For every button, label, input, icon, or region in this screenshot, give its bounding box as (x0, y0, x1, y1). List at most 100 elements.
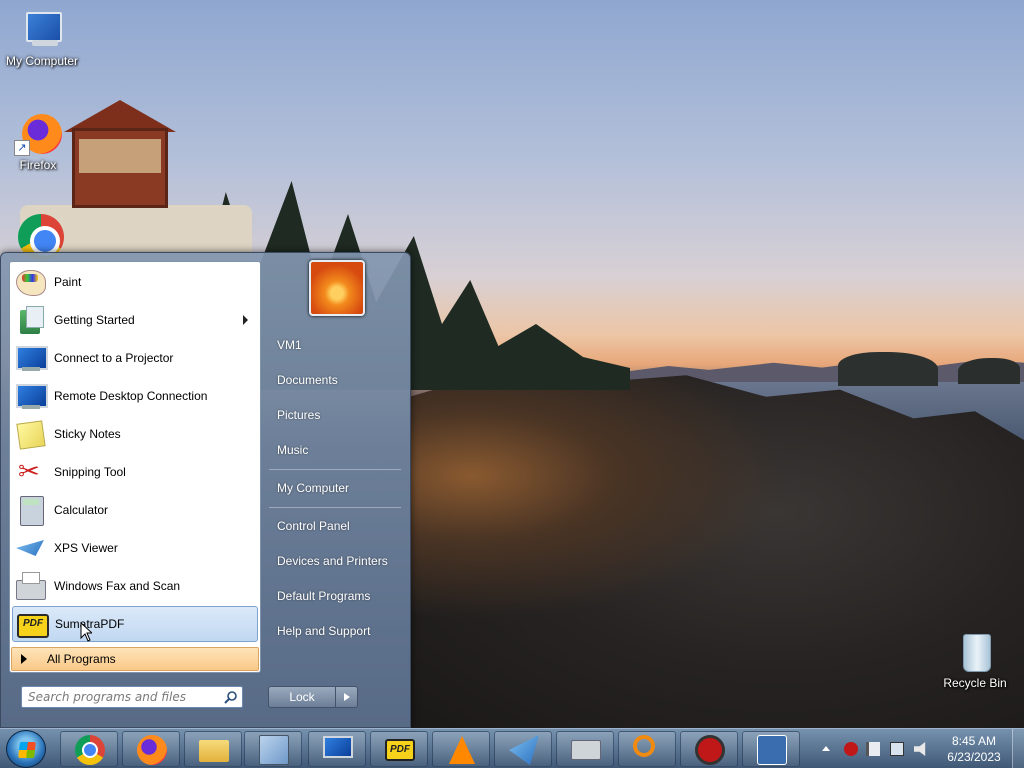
taskbar-remote-desktop[interactable] (308, 731, 366, 767)
action-center-icon[interactable] (866, 742, 880, 756)
show-hidden-icons-icon[interactable] (822, 746, 830, 751)
firefox-icon (14, 112, 62, 156)
fax-scan-icon (571, 740, 601, 760)
expand-arrow-icon (21, 654, 27, 664)
program-label: Snipping Tool (54, 465, 126, 479)
start-menu: Paint Getting Started Connect to a Proje… (0, 252, 411, 728)
search-tool-icon (633, 735, 655, 757)
firefox-icon (137, 735, 167, 765)
program-sumatrapdf[interactable]: SumatraPDF (12, 606, 258, 642)
link-control-panel[interactable]: Control Panel (269, 512, 405, 540)
program-calculator[interactable]: Calculator (12, 492, 258, 528)
program-paint[interactable]: Paint (12, 264, 258, 300)
taskbar-red-app[interactable] (680, 731, 738, 767)
taskbar-search-tool[interactable] (618, 731, 676, 767)
taskbar-vlc[interactable] (432, 731, 490, 767)
taskbar-sync-app[interactable] (742, 731, 800, 767)
program-remote-desktop[interactable]: Remote Desktop Connection (12, 378, 258, 414)
vlc-icon (449, 736, 475, 764)
program-label: Remote Desktop Connection (54, 389, 208, 403)
program-sticky-notes[interactable]: Sticky Notes (12, 416, 258, 452)
chrome-icon (75, 735, 105, 765)
snipping-tool-icon (14, 456, 46, 488)
system-tray (818, 729, 938, 768)
red-app-icon (695, 735, 725, 765)
xps-viewer-icon (509, 735, 539, 765)
system-clock[interactable]: 8:45 AM 6/23/2023 (938, 733, 1010, 765)
taskbar-fax-scan[interactable] (556, 731, 614, 767)
calculator-icon (14, 494, 46, 526)
taskbar-firefox[interactable] (122, 731, 180, 767)
link-music[interactable]: Music (269, 436, 405, 464)
menu-separator (269, 507, 401, 508)
link-user-folder[interactable]: VM1 (269, 331, 405, 359)
program-label: Getting Started (54, 313, 135, 327)
program-label: Sticky Notes (54, 427, 121, 441)
taskbar-control-panel[interactable] (244, 731, 302, 767)
program-label: Calculator (54, 503, 109, 517)
remote-desktop-icon (14, 380, 48, 412)
menu-separator (269, 469, 401, 470)
desktop-icon-label: Firefox (19, 158, 57, 172)
sync-app-icon (757, 735, 787, 765)
program-getting-started[interactable]: Getting Started (12, 302, 258, 338)
all-programs-label: All Programs (47, 652, 116, 666)
search-placeholder: Search programs and files (28, 690, 186, 704)
projector-icon (14, 342, 48, 374)
wallpaper-lighthouse-lamp (72, 128, 168, 208)
desktop-icon-my-computer[interactable]: My Computer (0, 8, 84, 68)
program-label: XPS Viewer (54, 541, 118, 555)
start-button[interactable] (6, 730, 46, 768)
shutdown-options-button[interactable] (336, 686, 358, 708)
lock-button[interactable]: Lock (268, 686, 336, 708)
program-fax-scan[interactable]: Windows Fax and Scan (12, 568, 258, 604)
clock-date: 6/23/2023 (947, 750, 1001, 764)
computer-icon (18, 8, 66, 52)
program-connect-projector[interactable]: Connect to a Projector (12, 340, 258, 376)
search-programs-input[interactable]: Search programs and files (21, 686, 243, 708)
control-panel-icon (259, 735, 289, 765)
search-icon[interactable] (224, 690, 238, 704)
program-label: Windows Fax and Scan (54, 579, 181, 593)
file-explorer-icon (199, 740, 229, 762)
network-icon[interactable] (890, 742, 904, 756)
desktop-icon-recycle-bin[interactable]: Recycle Bin (933, 630, 1017, 690)
all-programs-button[interactable]: All Programs (11, 647, 259, 671)
link-documents[interactable]: Documents (269, 366, 405, 394)
sticky-notes-icon (14, 418, 46, 450)
wallpaper-island (838, 352, 938, 386)
paint-icon (14, 266, 46, 298)
taskbar-xps-viewer[interactable] (494, 731, 552, 767)
taskbar-file-explorer[interactable] (184, 731, 242, 767)
submenu-arrow-icon (243, 315, 248, 325)
desktop-icon-label: Recycle Bin (943, 676, 1007, 690)
program-xps-viewer[interactable]: XPS Viewer (12, 530, 258, 566)
taskbar: PDF 8:45 AM 6/23/2023 (0, 728, 1024, 768)
xps-viewer-icon (14, 532, 46, 564)
taskbar-chrome[interactable] (60, 731, 118, 767)
link-default-programs[interactable]: Default Programs (269, 582, 405, 610)
link-devices-printers[interactable]: Devices and Printers (269, 547, 405, 575)
start-menu-programs-pane: Paint Getting Started Connect to a Proje… (9, 261, 261, 673)
desktop-icon-label: My Computer (5, 54, 79, 68)
taskbar-sumatrapdf[interactable]: PDF (370, 731, 428, 767)
user-avatar[interactable] (309, 260, 365, 316)
volume-muted-icon[interactable] (914, 742, 926, 756)
show-desktop-button[interactable] (1012, 729, 1024, 768)
link-my-computer[interactable]: My Computer (269, 474, 405, 502)
wallpaper-rocks (410, 368, 1024, 728)
wallpaper-island (958, 358, 1020, 384)
getting-started-icon (14, 304, 46, 336)
remote-desktop-icon (323, 736, 353, 758)
clock-time: 8:45 AM (951, 734, 997, 748)
sumatrapdf-icon (15, 608, 49, 640)
sumatrapdf-icon: PDF (385, 739, 415, 761)
link-pictures[interactable]: Pictures (269, 401, 405, 429)
security-tray-icon[interactable] (844, 742, 858, 756)
link-help-support[interactable]: Help and Support (269, 617, 405, 645)
desktop-icon-firefox[interactable]: Firefox (0, 112, 80, 172)
mouse-cursor-icon (80, 622, 92, 642)
program-label: Paint (54, 275, 82, 289)
program-snipping-tool[interactable]: Snipping Tool (12, 454, 258, 490)
program-label: Connect to a Projector (54, 351, 174, 365)
